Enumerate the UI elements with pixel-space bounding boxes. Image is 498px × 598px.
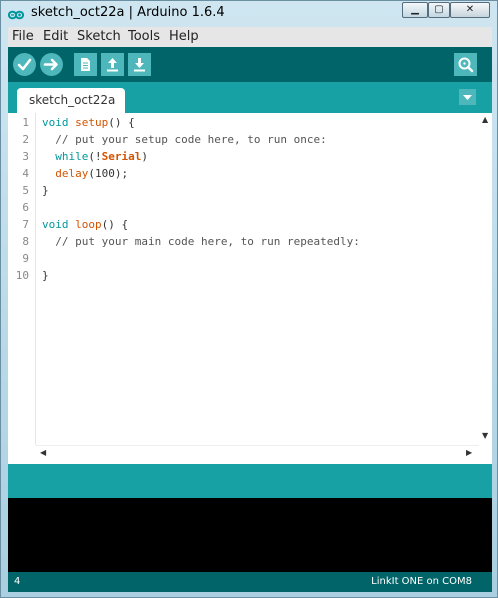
menu-sketch[interactable]: Sketch: [77, 29, 121, 44]
minimize-button[interactable]: ▁: [402, 2, 428, 18]
tab-bar: sketch_oct22a §: [8, 82, 492, 132]
save-icon: [134, 58, 145, 72]
scroll-left-icon[interactable]: ◀: [40, 448, 46, 457]
line-number: 6: [22, 201, 29, 214]
new-icon: [81, 58, 90, 71]
open-button[interactable]: [101, 53, 124, 76]
line-number: 7: [22, 218, 29, 231]
verify-icon: [17, 58, 32, 71]
menu-file[interactable]: File: [12, 29, 34, 44]
line-number: 3: [22, 150, 29, 163]
line-number: 4: [22, 167, 29, 180]
upload-button[interactable]: [40, 53, 63, 76]
maximize-button[interactable]: ▢: [428, 2, 450, 18]
line-number: 2: [22, 133, 29, 146]
line-number-gutter: 1 2 3 4 5 6 7 8 9 10: [8, 113, 36, 445]
current-line-number: 4: [14, 576, 21, 587]
code-line: void loop() {: [42, 218, 129, 231]
scroll-right-icon[interactable]: ▶: [466, 448, 472, 457]
line-number: 9: [22, 252, 29, 265]
scroll-up-icon[interactable]: ▲: [482, 115, 488, 124]
menu-edit[interactable]: Edit: [43, 29, 68, 44]
code-line: while(!Serial): [55, 150, 148, 163]
tab-menu-button[interactable]: [459, 89, 476, 105]
tab-sketch[interactable]: sketch_oct22a §: [17, 88, 125, 132]
verify-button[interactable]: [13, 53, 36, 76]
code-line: }: [42, 184, 49, 197]
minimize-icon: ▁: [411, 4, 419, 15]
close-button[interactable]: ✕: [450, 2, 490, 18]
line-number: 5: [22, 184, 29, 197]
serial-monitor-button[interactable]: [454, 53, 477, 76]
code-line: // put your setup code here, to run once…: [55, 133, 327, 146]
line-number: 1: [22, 116, 29, 129]
board-port-label: LinkIt ONE on COM8: [371, 576, 472, 587]
menu-tools[interactable]: Tools: [128, 29, 160, 44]
open-icon: [107, 58, 118, 72]
console-output[interactable]: [8, 498, 492, 572]
code-editor[interactable]: 1 2 3 4 5 6 7 8 9 10 void setup() { // p…: [8, 113, 492, 460]
close-icon: ✕: [465, 4, 475, 15]
code-line: }: [42, 269, 49, 282]
toolbar: [8, 47, 492, 82]
code-line: delay(100);: [55, 167, 129, 180]
maximize-icon: ▢: [434, 4, 444, 15]
horizontal-scrollbar[interactable]: ◀ ▶: [36, 445, 479, 460]
save-button[interactable]: [128, 53, 151, 76]
window-title: sketch_oct22a | Arduino 1.6.4: [31, 5, 225, 20]
line-number: 10: [15, 269, 29, 282]
status-bar: 4 LinkIt ONE on COM8: [8, 572, 492, 592]
arduino-logo-icon: [7, 7, 25, 21]
serial-monitor-icon: [458, 57, 474, 73]
scroll-down-icon[interactable]: ▼: [482, 431, 488, 440]
code-line: void setup() {: [42, 116, 135, 129]
new-button[interactable]: [74, 53, 97, 76]
menu-help[interactable]: Help: [169, 29, 199, 44]
message-area: [8, 464, 492, 498]
client-area: File Edit Sketch Tools Help sketch_oct22…: [8, 27, 492, 592]
upload-icon: [43, 58, 58, 71]
line-number: 8: [22, 235, 29, 248]
title-bar[interactable]: sketch_oct22a | Arduino 1.6.4 ▁ ▢ ✕: [1, 1, 497, 27]
menu-bar: File Edit Sketch Tools Help: [8, 27, 492, 47]
app-window: sketch_oct22a | Arduino 1.6.4 ▁ ▢ ✕ File…: [0, 0, 498, 598]
chevron-down-icon: [463, 95, 472, 100]
code-line: // put your main code here, to run repea…: [55, 235, 360, 248]
vertical-scrollbar[interactable]: ▲ ▼: [479, 113, 492, 445]
